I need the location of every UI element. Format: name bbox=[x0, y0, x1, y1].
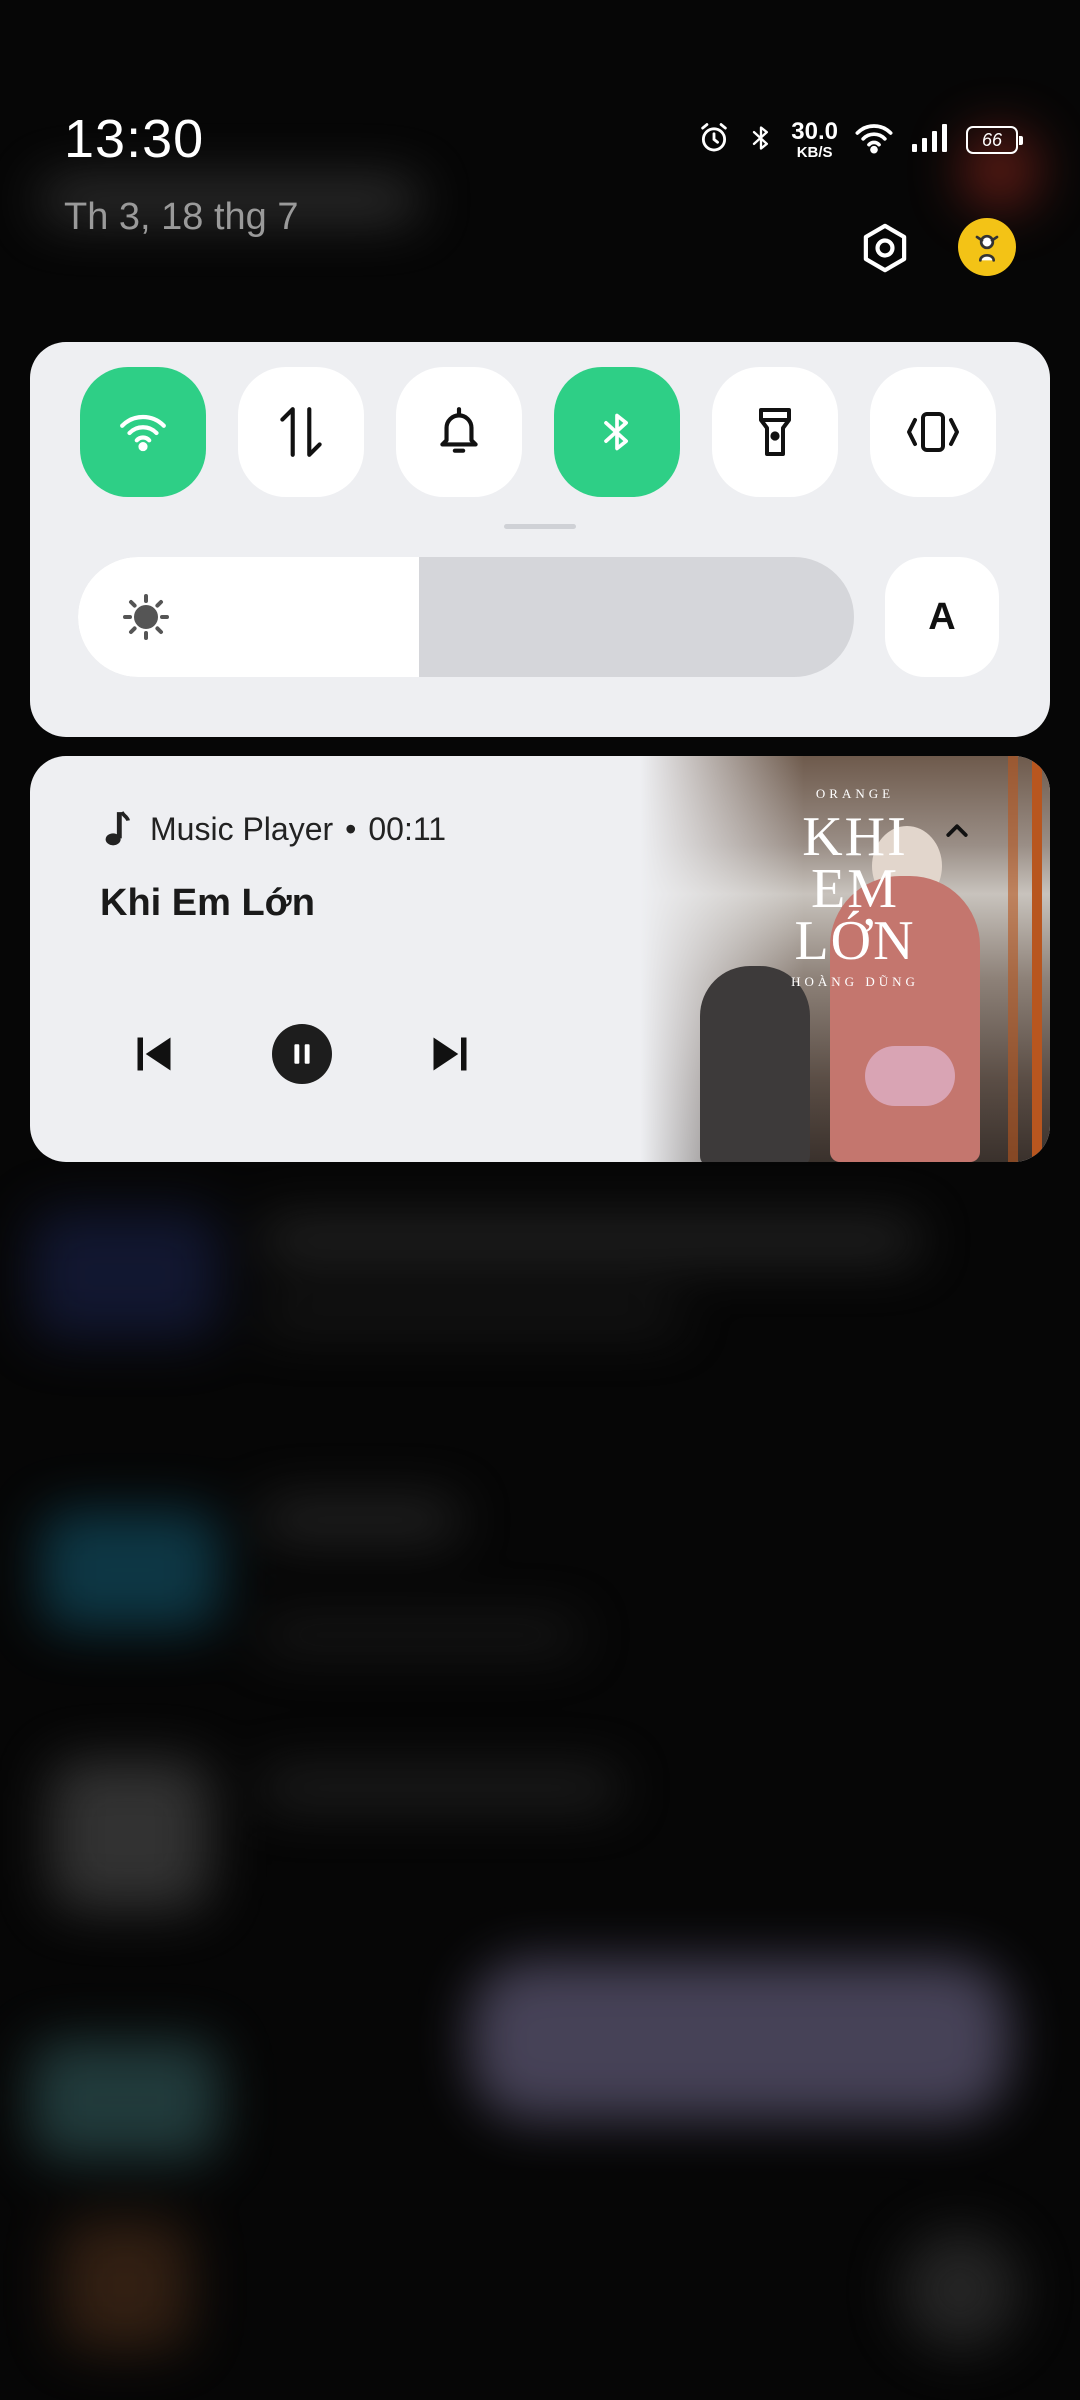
album-art-title-line: KHI bbox=[802, 806, 908, 868]
chevron-up-icon bbox=[946, 824, 968, 837]
panel-drag-handle[interactable] bbox=[504, 524, 576, 529]
media-header: Music Player • 00:11 bbox=[100, 810, 446, 848]
status-icons: 30.0 KB/S 66 bbox=[697, 118, 1023, 162]
tile-flashlight[interactable] bbox=[712, 367, 838, 497]
tile-vibrate[interactable] bbox=[870, 367, 996, 497]
net-speed-unit: KB/S bbox=[796, 144, 833, 161]
next-icon bbox=[433, 1037, 467, 1071]
vibrate-icon bbox=[907, 412, 959, 452]
pause-icon bbox=[294, 1044, 310, 1064]
wifi-icon bbox=[120, 414, 166, 452]
media-controls bbox=[124, 1024, 480, 1084]
battery-icon: 66 bbox=[966, 126, 1023, 154]
media-elapsed-time: 00:11 bbox=[368, 810, 447, 847]
next-button[interactable] bbox=[420, 1024, 480, 1084]
album-art-title-line: LỚN bbox=[794, 910, 916, 972]
flashlight-icon bbox=[759, 408, 791, 456]
album-art: ORANGE KHI EM LỚN HOÀNG DŨNG bbox=[640, 756, 1050, 1162]
music-note-icon bbox=[105, 811, 130, 846]
quick-settings-panel: A bbox=[30, 342, 1050, 737]
previous-icon bbox=[137, 1037, 171, 1071]
brightness-slider[interactable] bbox=[78, 557, 854, 677]
data-arrows-icon bbox=[280, 407, 322, 457]
net-speed: 30.0 KB/S bbox=[791, 118, 838, 161]
notification-shade: 13:30 Th 3, 18 thg 7 30.0 KB/S 66 A ORAN… bbox=[0, 0, 1080, 2400]
album-art-title-line: EM bbox=[811, 858, 899, 920]
auto-brightness-button[interactable]: A bbox=[885, 557, 999, 677]
bluetooth-icon bbox=[604, 413, 628, 451]
net-speed-value: 30.0 bbox=[791, 118, 838, 145]
bluetooth-icon bbox=[747, 121, 775, 160]
tile-sound[interactable] bbox=[396, 367, 522, 497]
user-avatar[interactable] bbox=[958, 218, 1016, 276]
brightness-icon bbox=[122, 593, 170, 646]
wifi-icon bbox=[854, 121, 894, 160]
alarm-icon bbox=[697, 121, 731, 160]
media-track-title: Khi Em Lớn bbox=[100, 882, 315, 924]
media-separator: • bbox=[345, 810, 357, 847]
album-art-top-text: ORANGE bbox=[815, 786, 895, 801]
album-art-title: KHI EM LỚN bbox=[780, 806, 930, 972]
album-art-artist: HOÀNG DŨNG bbox=[791, 974, 919, 989]
tile-bluetooth[interactable] bbox=[554, 367, 680, 497]
cell-signal-icon bbox=[910, 122, 950, 159]
settings-button[interactable] bbox=[855, 218, 915, 278]
previous-button[interactable] bbox=[124, 1024, 184, 1084]
collapse-button[interactable] bbox=[942, 818, 972, 847]
date-label[interactable]: Th 3, 18 thg 7 bbox=[64, 196, 299, 239]
clock[interactable]: 13:30 bbox=[64, 108, 204, 170]
settings-icon bbox=[863, 223, 907, 273]
tile-mobile-data[interactable] bbox=[238, 367, 364, 497]
avatar-figure-icon bbox=[975, 234, 999, 262]
media-player-card[interactable]: ORANGE KHI EM LỚN HOÀNG DŨNG Music Playe… bbox=[30, 756, 1050, 1162]
tile-wifi[interactable] bbox=[80, 367, 206, 497]
bell-icon bbox=[440, 407, 478, 453]
media-app-name: Music Player bbox=[150, 810, 334, 847]
quick-settings-tiles bbox=[80, 367, 996, 497]
pause-button[interactable] bbox=[272, 1024, 332, 1084]
